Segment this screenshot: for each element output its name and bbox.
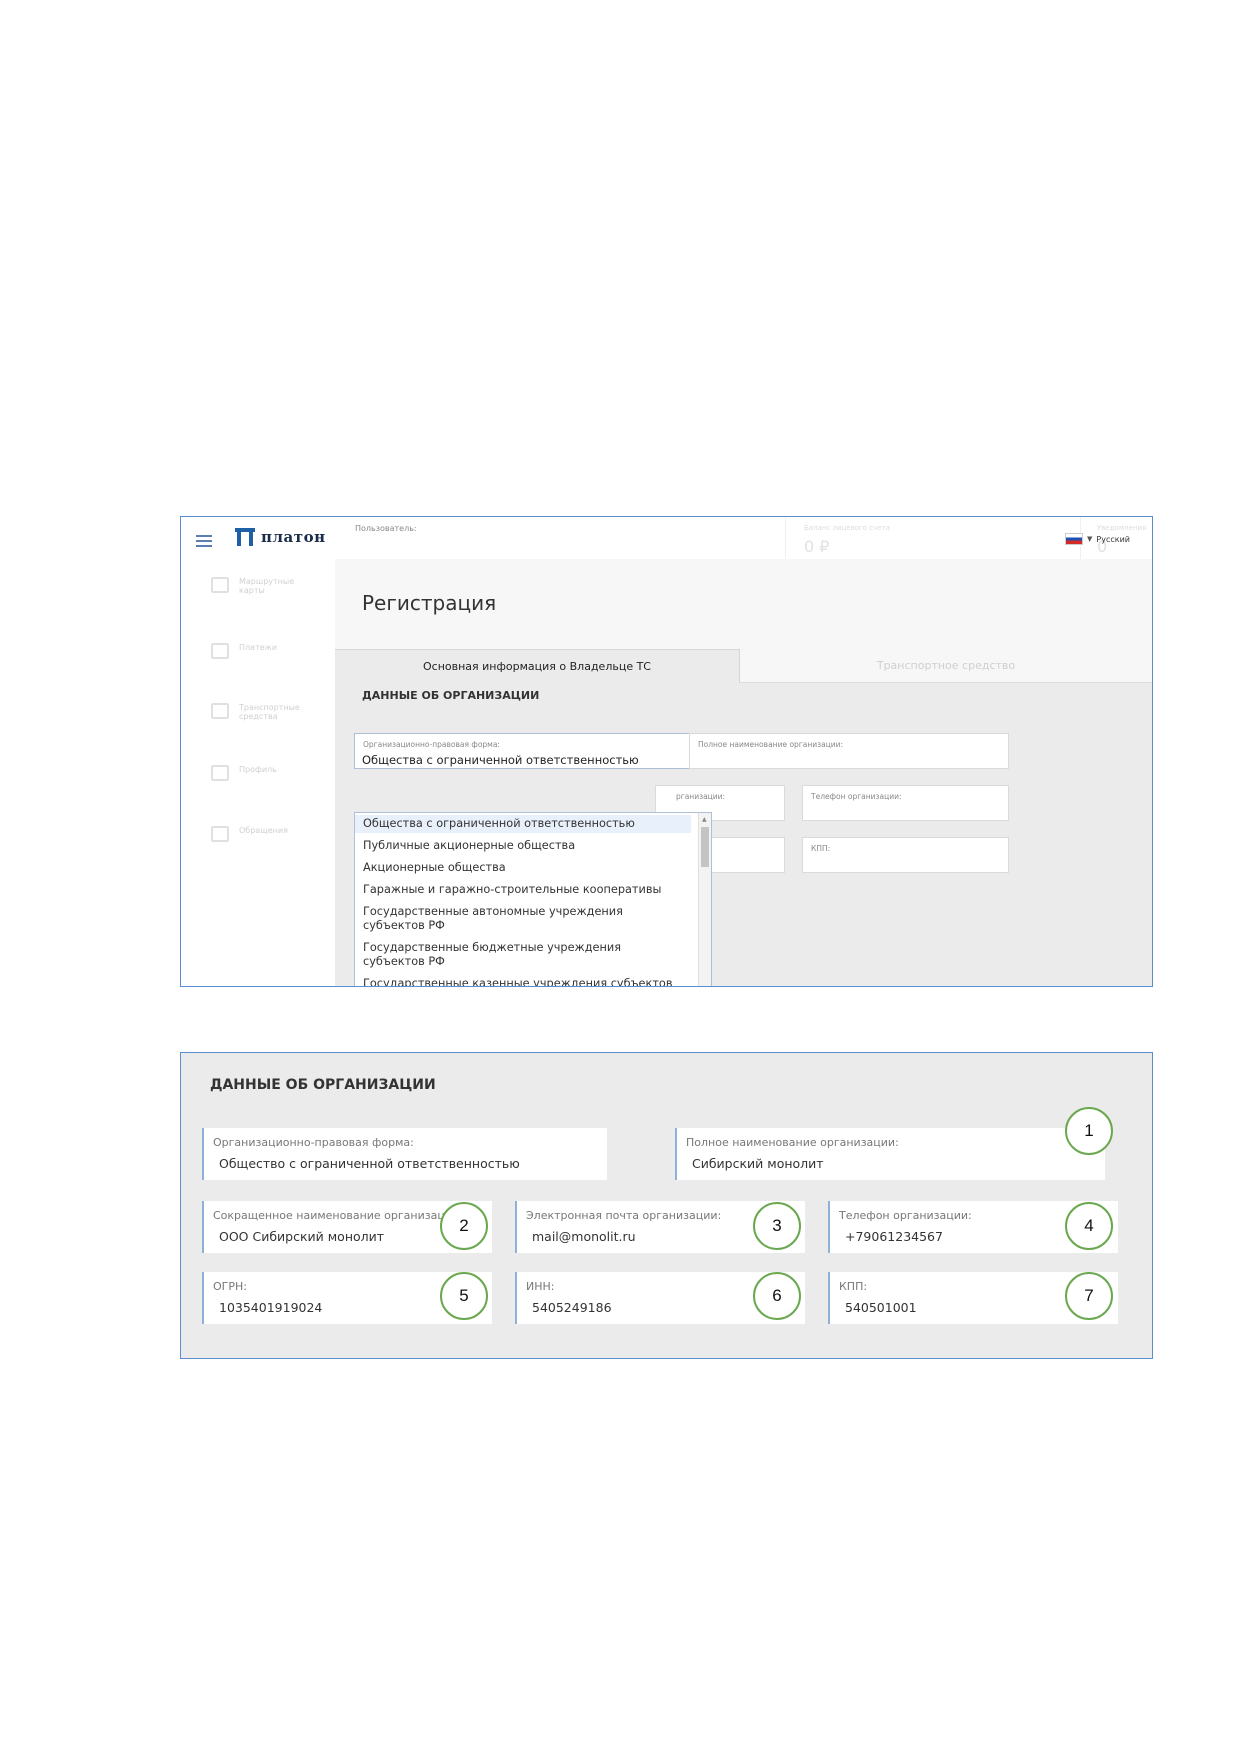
- tab-owner-info[interactable]: Основная информация о Владельце ТС: [335, 649, 740, 683]
- sidebar: платон Маршрутные карты Платежи Транспор…: [181, 517, 335, 986]
- dropdown-option[interactable]: Акционерные общества: [355, 859, 691, 877]
- dropdown-option[interactable]: Общества с ограниченной ответственностью: [355, 815, 691, 833]
- section-title: ДАННЫЕ ОБ ОРГАНИЗАЦИИ: [362, 689, 540, 702]
- registration-screenshot: платон Маршрутные карты Платежи Транспор…: [180, 516, 1153, 987]
- field-label: Полное наименование организации:: [686, 1136, 899, 1149]
- field-value: ООО Сибирский монолит: [219, 1229, 385, 1244]
- sidebar-item-requests[interactable]: Обращения: [211, 826, 301, 842]
- field-label: Организационно-правовая форма:: [363, 740, 500, 749]
- field-value: 540501001: [845, 1300, 917, 1315]
- phone-field[interactable]: Телефон организации:: [802, 785, 1009, 821]
- field-label: рганизации:: [676, 792, 726, 801]
- field-value: Общество с ограниченной ответственностью: [219, 1156, 520, 1171]
- language-selector[interactable]: ▼ Русский: [1065, 533, 1130, 545]
- balance-panel[interactable]: Баланс лицевого счета 0 ₽: [785, 517, 1081, 559]
- field-value: mail@monolit.ru: [532, 1229, 636, 1244]
- map-icon: [211, 577, 229, 593]
- caret-down-icon: ▼: [1087, 535, 1093, 543]
- field-label: Телефон организации:: [839, 1209, 972, 1222]
- flag-icon: [1065, 533, 1084, 545]
- tabs: Основная информация о Владельце ТС Транс…: [335, 649, 1152, 683]
- page-header: Регистрация: [335, 559, 1152, 649]
- kpp-field[interactable]: КПП:: [802, 837, 1009, 873]
- dropdown-option[interactable]: Государственные бюджетные учреждения суб…: [355, 939, 691, 971]
- field-label: КПП:: [811, 844, 831, 853]
- truck-icon: [211, 703, 229, 719]
- sidebar-item-label: Маршрутные карты: [239, 577, 295, 595]
- dropdown-scrollbar[interactable]: ▲: [698, 813, 711, 986]
- logo-text: платон: [261, 528, 326, 546]
- callout-badge: 4: [1065, 1202, 1113, 1250]
- full-name-field[interactable]: Полное наименование организации: Сибирск…: [675, 1128, 1105, 1180]
- field-label: Сокращенное наименование организации:: [213, 1209, 463, 1222]
- sidebar-item-vehicles[interactable]: Транспортные средства: [211, 703, 301, 721]
- sidebar-item-label: Платежи: [239, 643, 278, 652]
- sidebar-item-label: Профиль: [239, 765, 277, 774]
- dropdown-option[interactable]: Публичные акционерные общества: [355, 837, 691, 855]
- logo-icon: [235, 528, 255, 546]
- dropdown-option[interactable]: Гаражные и гаражно-строительные кооперат…: [355, 881, 691, 899]
- user-label: Пользователь:: [355, 524, 417, 533]
- notifications-label: Уведомления: [1097, 524, 1147, 532]
- legal-form-dropdown[interactable]: Общества с ограниченной ответственностью…: [354, 812, 712, 986]
- callout-badge: 1: [1065, 1107, 1113, 1155]
- scroll-up-icon[interactable]: ▲: [702, 816, 707, 823]
- menu-icon[interactable]: [196, 535, 212, 547]
- field-value: 5405249186: [532, 1300, 612, 1315]
- sidebar-item-profile[interactable]: Профиль: [211, 765, 301, 781]
- field-label: Телефон организации:: [811, 792, 902, 801]
- scroll-thumb[interactable]: [701, 827, 709, 867]
- field-value: Сибирский монолит: [692, 1156, 824, 1171]
- wallet-icon: [211, 643, 229, 659]
- filled-form-screenshot: ДАННЫЕ ОБ ОРГАНИЗАЦИИ Организационно-пра…: [180, 1052, 1153, 1359]
- sidebar-item-route-maps[interactable]: Маршрутные карты: [211, 577, 301, 595]
- callout-badge: 7: [1065, 1272, 1113, 1320]
- section-title: ДАННЫЕ ОБ ОРГАНИЗАЦИИ: [210, 1077, 436, 1093]
- field-label: Организационно-правовая форма:: [213, 1136, 414, 1149]
- field-label: КПП:: [839, 1280, 868, 1293]
- sidebar-item-label: Обращения: [239, 826, 288, 835]
- legal-form-select[interactable]: Организационно-правовая форма: Общества …: [354, 733, 694, 769]
- sidebar-item-label: Транспортные средства: [239, 703, 300, 721]
- dropdown-option[interactable]: Государственные автономные учреждения су…: [355, 903, 691, 935]
- callout-badge: 3: [753, 1202, 801, 1250]
- field-label: Электронная почта организации:: [526, 1209, 722, 1222]
- field-label: Полное наименование организации:: [698, 740, 844, 749]
- message-icon: [211, 826, 229, 842]
- balance-value: 0 ₽: [804, 537, 830, 556]
- logo[interactable]: платон: [235, 528, 326, 546]
- page-title: Регистрация: [362, 591, 497, 615]
- balance-label: Баланс лицевого счета: [804, 524, 890, 532]
- field-value: 1035401919024: [219, 1300, 323, 1315]
- top-bar: Пользователь: Баланс лицевого счета 0 ₽ …: [335, 517, 1152, 559]
- callout-badge: 2: [440, 1202, 488, 1250]
- tab-vehicle[interactable]: Транспортное средство: [740, 649, 1152, 683]
- field-value: Общества с ограниченной ответственностью: [362, 753, 639, 767]
- field-label: ОГРН:: [213, 1280, 247, 1293]
- sidebar-item-payments[interactable]: Платежи: [211, 643, 301, 659]
- legal-form-field[interactable]: Организационно-правовая форма: Общество …: [202, 1128, 607, 1180]
- field-value: +79061234567: [845, 1229, 943, 1244]
- profile-icon: [211, 765, 229, 781]
- callout-badge: 5: [440, 1272, 488, 1320]
- callout-badge: 6: [753, 1272, 801, 1320]
- full-name-field[interactable]: Полное наименование организации:: [689, 733, 1009, 769]
- language-label: Русский: [1096, 534, 1130, 544]
- dropdown-option[interactable]: Государственные казенные учреждения субъ…: [355, 975, 691, 986]
- field-label: ИНН:: [526, 1280, 555, 1293]
